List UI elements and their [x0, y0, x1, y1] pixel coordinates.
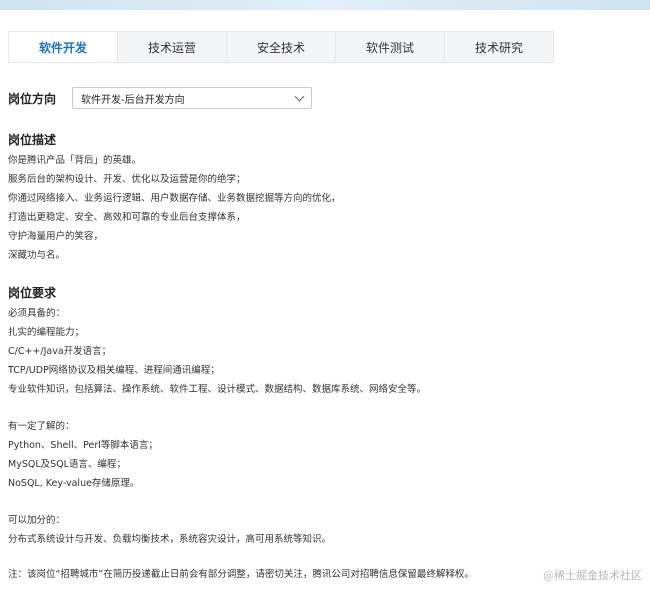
- position-direction-value: 软件开发-后台开发方向: [81, 94, 185, 106]
- requirement-line: 专业软件知识，包括算法、操作系统、软件工程、设计模式、数据结构、数据库系统、网络…: [8, 384, 427, 395]
- requirement-line: 可以加分的：: [8, 515, 66, 526]
- tab-software-development[interactable]: 软件开发: [9, 32, 118, 62]
- category-tabs: 软件开发 技术运营 安全技术 软件测试 技术研究: [8, 31, 554, 63]
- position-direction-label: 岗位方向: [8, 91, 57, 106]
- chevron-down-icon: [294, 91, 305, 102]
- requirement-line: 分布式系统设计与开发、负载均衡技术，系统容灾设计，高可用系统等知识。: [8, 534, 332, 545]
- description-line: 服务后台的架构设计、开发、优化以及运营是你的绝学；: [8, 174, 246, 185]
- description-text: 你是腾讯产品「背后」的英雄。 服务后台的架构设计、开发、优化以及运营是你的绝学；…: [8, 151, 341, 265]
- requirement-line: C/C++/Java开发语言；: [8, 346, 112, 357]
- description-line: 深藏功与名。: [8, 250, 66, 261]
- requirement-line: 必须具备的：: [8, 308, 66, 319]
- description-line: 打造出更稳定、安全、高效和可靠的专业后台支撑体系，: [8, 212, 246, 223]
- description-line: 你是腾讯产品「背后」的英雄。: [8, 155, 142, 166]
- description-line: 守护海量用户的笑容，: [8, 231, 104, 242]
- tab-technical-operations[interactable]: 技术运营: [118, 32, 227, 62]
- tab-technical-research[interactable]: 技术研究: [445, 32, 553, 62]
- tab-security-technology[interactable]: 安全技术: [227, 32, 336, 62]
- requirement-line: MySQL及SQL语言、编程；: [8, 459, 126, 470]
- requirement-line: Python、Shell、Perl等脚本语言；: [8, 440, 158, 451]
- description-line: 你通过网络接入、业务运行逻辑、用户数据存储、业务数据挖掘等方向的优化，: [8, 193, 341, 204]
- description-title: 岗位描述: [8, 133, 57, 147]
- requirements-text: 必须具备的： 扎实的编程能力； C/C++/Java开发语言； TCP/UDP网…: [8, 304, 426, 549]
- requirement-line: 扎实的编程能力；: [8, 327, 85, 338]
- position-direction-row: 岗位方向 软件开发-后台开发方向: [8, 87, 312, 109]
- requirement-line: NoSQL, Key-value存储原理。: [8, 478, 140, 489]
- watermark: @稀土掘金技术社区: [543, 569, 642, 582]
- requirement-line: TCP/UDP网络协议及相关编程、进程间通讯编程；: [8, 365, 220, 376]
- position-direction-select[interactable]: 软件开发-后台开发方向: [72, 87, 312, 109]
- tab-software-testing[interactable]: 软件测试: [336, 32, 445, 62]
- recruitment-note: 注：该岗位“招聘城市”在简历投递截止日前会有部分调整，请密切关注，腾讯公司对招聘…: [8, 569, 474, 580]
- requirement-line: 有一定了解的：: [8, 421, 75, 432]
- requirements-title: 岗位要求: [8, 286, 57, 300]
- top-banner-strip: [0, 0, 650, 10]
